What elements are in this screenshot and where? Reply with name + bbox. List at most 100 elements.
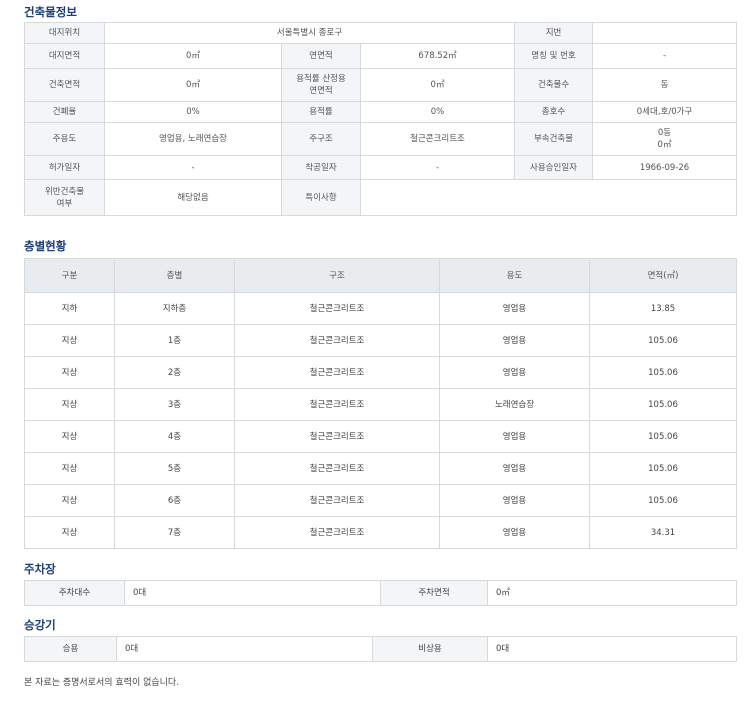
floor-cell: 2층 [114,356,235,389]
floor-cell: 지상 [24,324,115,357]
floor-column-header: 구조 [234,258,440,293]
building-info-label: 허가일자 [24,155,105,180]
parking-table: 주차대수 0대 주차면적 0㎡ [24,580,737,606]
disclaimer-text: 본 자료는 증명서로서의 효력이 없습니다. [24,678,180,688]
building-info-value: - [104,155,282,180]
building-info-label: 대지위치 [24,22,105,44]
building-info-value: 0% [359,101,516,123]
floor-cell: 철근콘크리트조 [234,356,440,389]
floor-status-table: 구분 층별 구조 용도 면적(㎡) 지하 지하층 철근콘크리트조 영업용 13.85 지상 1층 철근… [24,258,737,549]
building-info-value [592,22,738,44]
table-row: 지상 3층 철근콘크리트조 노래연습장 105.06 [24,388,737,421]
parking-count-label: 주차대수 [24,580,125,606]
building-info-label: 주구조 [281,122,361,156]
table-row: 지상 2층 철근콘크리트조 영업용 105.06 [24,356,737,389]
floor-cell: 철근콘크리트조 [234,420,440,453]
parking-count-value: 0대 [124,580,381,606]
table-row: 지상 1층 철근콘크리트조 영업용 105.06 [24,324,737,357]
floor-cell: 철근콘크리트조 [234,452,440,485]
floor-cell: 철근콘크리트조 [234,324,440,357]
building-info-label: 부속건축물 [514,122,594,156]
building-info-title: 건축물정보 [24,5,77,19]
building-info-value [359,179,738,216]
floor-cell: 영업용 [439,452,590,485]
building-info-label: 위반건축물 여부 [24,179,105,216]
floor-cell: 노래연습장 [439,388,590,421]
building-info-value: 1966-09-26 [592,155,738,180]
floor-cell: 지상 [24,388,115,421]
floor-cell: 7층 [114,516,235,549]
floor-column-header: 층별 [114,258,235,293]
floor-cell: 철근콘크리트조 [234,516,440,549]
floor-column-header: 구분 [24,258,115,293]
building-info-value: 해당없음 [104,179,282,216]
floor-cell: 4층 [114,420,235,453]
floor-cell: 철근콘크리트조 [234,292,440,325]
building-info-value: 영업용, 노래연습장 [104,122,282,156]
building-info-label: 건폐율 [24,101,105,123]
building-info-label: 주용도 [24,122,105,156]
elevator-emergency-label: 비상용 [372,636,488,662]
building-info-value: - [592,43,738,69]
building-info-table: 대지위치 서울특별시 종로구 지번 대지면적 0㎡ 연면적 678.52㎡ 명칭 및 번호 - 건… [24,22,738,216]
floor-cell: 105.06 [589,356,737,389]
building-info-label: 총호수 [514,101,594,123]
parking-title: 주차장 [24,562,56,576]
floor-cell: 영업용 [439,420,590,453]
floor-cell: 34.31 [589,516,737,549]
building-info-value: 0㎡ [359,68,516,102]
building-info-row: 건폐율 0% 용적률 0% 총호수 0세대,호/0가구 [24,101,738,123]
floor-cell: 영업용 [439,324,590,357]
floor-cell: 영업용 [439,356,590,389]
floor-cell: 철근콘크리트조 [234,484,440,517]
table-row: 지하 지하층 철근콘크리트조 영업용 13.85 [24,292,737,325]
floor-cell: 지상 [24,452,115,485]
building-info-row: 위반건축물 여부 해당없음 특이사항 [24,179,738,216]
building-info-row: 대지면적 0㎡ 연면적 678.52㎡ 명칭 및 번호 - [24,43,738,69]
floor-cell: 105.06 [589,388,737,421]
floor-cell: 6층 [114,484,235,517]
floor-cell: 1층 [114,324,235,357]
building-info-label: 대지면적 [24,43,105,69]
table-row: 지상 5층 철근콘크리트조 영업용 105.06 [24,452,737,485]
elevator-table: 승용 0대 비상용 0대 [24,636,737,662]
floor-cell: 영업용 [439,516,590,549]
floor-cell: 지상 [24,484,115,517]
floor-status-title: 층별현황 [24,239,67,253]
parking-area-value: 0㎡ [487,580,737,606]
elevator-passenger-label: 승용 [24,636,117,662]
floor-cell: 105.06 [589,484,737,517]
building-info-value: 동 [592,68,738,102]
floor-cell: 지하층 [114,292,235,325]
floor-cell: 영업용 [439,484,590,517]
building-info-label: 연면적 [281,43,361,69]
elevator-title: 승강기 [24,618,56,632]
building-info-label: 명칭 및 번호 [514,43,594,69]
parking-area-label: 주차면적 [380,580,488,606]
building-info-value: 0세대,호/0가구 [592,101,738,123]
floor-cell: 지상 [24,356,115,389]
floor-cell: 지상 [24,420,115,453]
building-info-row: 대지위치 서울특별시 종로구 지번 [24,22,738,44]
building-info-value: - [359,155,516,180]
building-info-row: 주용도 영업용, 노래연습장 주구조 철근콘크리트조 부속건축물 0동 0㎡ [24,122,738,156]
floor-column-header: 면적(㎡) [589,258,737,293]
building-info-label: 사용승인일자 [514,155,594,180]
floor-column-header: 용도 [439,258,590,293]
floor-cell: 105.06 [589,324,737,357]
building-info-value: 678.52㎡ [359,43,516,69]
building-info-value: 서울특별시 종로구 [103,22,516,44]
table-row: 지상 6층 철근콘크리트조 영업용 105.06 [24,484,737,517]
floor-cell: 철근콘크리트조 [234,388,440,421]
floor-cell: 지상 [24,516,115,549]
building-info-value: 0㎡ [104,68,282,102]
building-info-label: 지번 [514,22,594,44]
building-info-label: 건축물수 [514,68,594,102]
building-info-label: 용적률 [281,101,361,123]
elevator-passenger-value: 0대 [116,636,373,662]
building-info-value: 0% [104,101,282,123]
floor-cell: 영업용 [439,292,590,325]
building-info-label: 착공일자 [281,155,361,180]
floor-cell: 13.85 [589,292,737,325]
table-row: 지상 4층 철근콘크리트조 영업용 105.06 [24,420,737,453]
